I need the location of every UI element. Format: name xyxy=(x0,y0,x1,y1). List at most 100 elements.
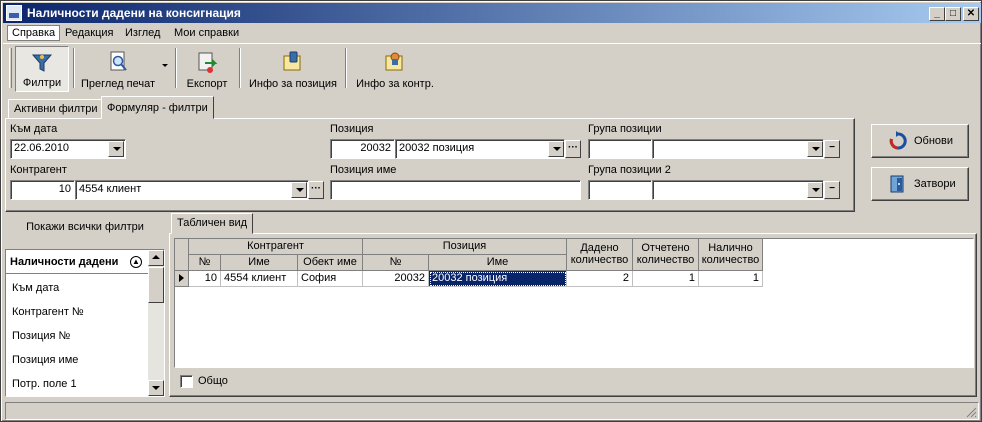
info-position-icon xyxy=(283,51,301,71)
filters-button[interactable]: Филтри xyxy=(15,46,69,92)
total-label: Общо xyxy=(198,375,228,387)
col-position-name[interactable]: Име xyxy=(429,255,567,271)
filter-list-header-label: Наличности дадени xyxy=(10,256,119,268)
filter-list-item[interactable]: Потр. поле 1 xyxy=(12,378,77,390)
col-given-qty-line2: количество xyxy=(570,254,629,266)
group2-clear-button[interactable]: − xyxy=(824,181,840,199)
scroll-down-button[interactable] xyxy=(148,380,164,396)
contragent-browse-button[interactable]: ··· xyxy=(308,181,324,199)
group-no-field[interactable] xyxy=(588,139,652,159)
total-checkbox[interactable] xyxy=(180,375,193,388)
group-name-field[interactable] xyxy=(652,139,824,159)
filter-list: Наличности дадени ▲ Към дата Контрагент … xyxy=(5,249,165,397)
position-dropdown-icon[interactable] xyxy=(548,141,564,157)
export-button[interactable]: Експорт xyxy=(181,46,233,92)
position-name-value: 20032 позиция xyxy=(399,142,475,154)
table-cell[interactable]: 1 xyxy=(699,271,763,287)
table-cell-selected[interactable]: 20032 позиция xyxy=(429,271,567,287)
grid-panel: Контрагент Позиция № Име Обект име № Име… xyxy=(169,233,977,397)
table-cell[interactable]: 10 xyxy=(189,271,221,287)
position-no-value: 20032 xyxy=(360,142,391,154)
table-cell[interactable]: София xyxy=(298,271,363,287)
table-cell[interactable]: 1 xyxy=(633,271,699,287)
col-reported-qty[interactable]: Отчетено количество xyxy=(633,239,699,271)
filter-list-item[interactable]: Към дата xyxy=(12,282,59,294)
tab-active-filters[interactable]: Активни филтри xyxy=(8,99,104,119)
scroll-up-button[interactable] xyxy=(148,250,164,266)
group-header-contragent: Контрагент xyxy=(189,239,363,255)
group-clear-button[interactable]: − xyxy=(824,140,840,158)
refresh-icon xyxy=(889,131,907,150)
position-no-field[interactable]: 20032 xyxy=(330,139,395,159)
filter-list-item[interactable]: Позиция № xyxy=(12,330,70,342)
group-header-position: Позиция xyxy=(363,239,567,255)
position-name-label: Позиция име xyxy=(330,164,397,176)
group-label: Група позиции xyxy=(588,123,662,135)
table-cell[interactable]: 20032 xyxy=(363,271,429,287)
filter-list-item[interactable]: Позиция име xyxy=(12,354,78,366)
print-preview-button[interactable]: Преглед печат xyxy=(77,46,159,92)
maximize-button[interactable]: □ xyxy=(945,7,961,21)
contragent-name-field[interactable]: 4554 клиент xyxy=(75,180,309,200)
status-bar xyxy=(5,402,979,420)
app-icon xyxy=(6,5,22,21)
group2-name-field[interactable] xyxy=(652,180,824,200)
scroll-thumb[interactable] xyxy=(148,267,164,303)
title-bar[interactable]: Наличности дадени на консигнация _ □ ✕ xyxy=(3,3,981,23)
show-all-filters-label[interactable]: Покажи всички филтри xyxy=(7,221,163,233)
info-position-button[interactable]: Инфо за позиция xyxy=(245,46,341,92)
filter-list-scrollbar[interactable] xyxy=(148,250,164,396)
close-window-button[interactable]: ✕ xyxy=(963,7,979,21)
filter-list-item[interactable]: Контрагент № xyxy=(12,306,84,318)
menu-redakcia[interactable]: Редакция xyxy=(61,25,117,41)
exit-door-icon xyxy=(890,175,904,193)
filters-label: Филтри xyxy=(22,77,62,89)
collapse-icon[interactable]: ▲ xyxy=(130,256,142,268)
print-preview-label: Преглед печат xyxy=(80,78,156,90)
tab-form-filters[interactable]: Формуляр - филтри xyxy=(101,96,214,119)
toolbar: Филтри Преглед печат Експорт Инфо за поз… xyxy=(3,43,981,93)
data-grid: Контрагент Позиция № Име Обект име № Име… xyxy=(174,238,974,368)
contragent-dropdown-icon[interactable] xyxy=(291,182,307,198)
col-position-no[interactable]: № xyxy=(363,255,429,271)
print-preview-dropdown-icon[interactable] xyxy=(162,64,170,72)
filter-list-header[interactable]: Наличности дадени ▲ xyxy=(6,250,148,274)
row-indicator[interactable] xyxy=(175,271,189,287)
group2-no-field[interactable] xyxy=(588,180,652,200)
col-available-qty[interactable]: Налично количество xyxy=(699,239,763,271)
position-name-input[interactable] xyxy=(330,180,581,200)
export-label: Експорт xyxy=(186,78,228,90)
col-contragent-name[interactable]: Име xyxy=(221,255,298,271)
group2-label: Група позиции 2 xyxy=(588,164,671,176)
col-contragent-no[interactable]: № xyxy=(189,255,221,271)
position-name-field[interactable]: 20032 позиция xyxy=(395,139,565,159)
minimize-button[interactable]: _ xyxy=(929,7,945,21)
menu-spravka[interactable]: Справка xyxy=(7,25,61,41)
table-cell[interactable]: 2 xyxy=(567,271,633,287)
group2-dropdown-icon[interactable] xyxy=(807,182,823,198)
contragent-no-field[interactable]: 10 xyxy=(10,180,75,200)
close-button[interactable]: Затвори xyxy=(871,167,969,201)
info-contr-button[interactable]: Инфо за контр. xyxy=(351,46,439,92)
col-object-name[interactable]: Обект име xyxy=(298,255,363,271)
grid-corner xyxy=(175,239,189,271)
refresh-button[interactable]: Обнови xyxy=(871,124,969,158)
col-reported-qty-line1: Отчетено xyxy=(641,242,690,254)
main-window: Наличности дадени на консигнация _ □ ✕ С… xyxy=(0,0,982,422)
date-dropdown-icon[interactable] xyxy=(108,141,124,157)
group-dropdown-icon[interactable] xyxy=(807,141,823,157)
contragent-label: Контрагент xyxy=(10,164,67,176)
export-icon xyxy=(198,52,218,73)
table-cell[interactable]: 4554 клиент xyxy=(221,271,298,287)
print-preview-icon xyxy=(110,51,127,71)
tab-table-view[interactable]: Табличен вид xyxy=(171,213,254,234)
menu-izgled[interactable]: Изглед xyxy=(121,25,164,41)
refresh-label: Обнови xyxy=(914,135,954,147)
date-label: Към дата xyxy=(10,123,58,135)
position-browse-button[interactable]: ··· xyxy=(565,140,581,158)
resize-grip-icon[interactable] xyxy=(965,406,977,418)
toolbar-separator xyxy=(73,48,75,88)
menu-moi-spravki[interactable]: Мои справки xyxy=(170,25,243,41)
col-given-qty[interactable]: Дадено количество xyxy=(567,239,633,271)
filter-icon xyxy=(31,54,53,72)
